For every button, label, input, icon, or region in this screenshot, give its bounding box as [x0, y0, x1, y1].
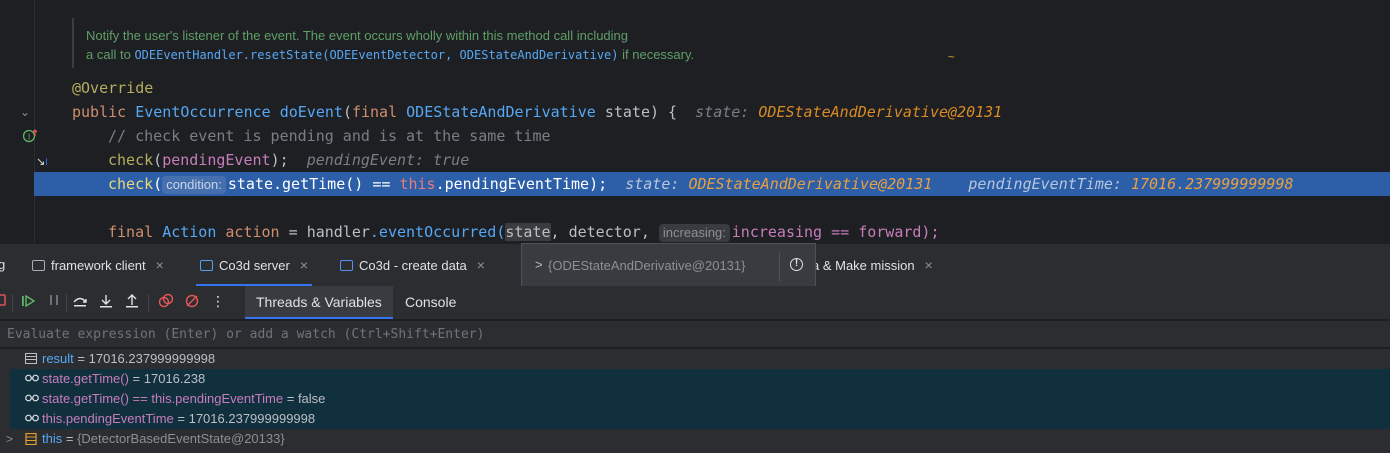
tab-co3d-create-data[interactable]: Co3d - create data × — [340, 244, 485, 286]
toolbar-separator — [66, 294, 67, 312]
javadoc-line-1: Notify the user's listener of the event.… — [86, 28, 629, 43]
inlay-hint-key: state: — [695, 103, 750, 121]
parameter-hint: condition: — [162, 176, 226, 194]
toolbar-separator — [148, 294, 149, 312]
run-config-icon — [200, 260, 213, 271]
close-icon[interactable]: × — [300, 257, 308, 273]
step-into-icon[interactable] — [98, 293, 114, 311]
inlay-hint-value: ODEStateAndDerivative@20131 — [758, 103, 1003, 121]
result-icon — [25, 353, 37, 364]
watch-row[interactable]: state.getTime() = 17016.238 — [0, 369, 1390, 389]
watch-icon — [25, 373, 39, 384]
watch-row[interactable]: this.pendingEventTime = 17016.2379999999… — [0, 409, 1390, 429]
current-execution-line[interactable]: check(condition: state.getTime() == this.… — [34, 172, 1390, 196]
watch-expression: state.getTime() — [42, 371, 129, 386]
stop-icon[interactable] — [0, 293, 8, 311]
variable-value: 17016.237999999998 — [88, 351, 216, 366]
close-icon[interactable]: × — [477, 257, 485, 273]
object-icon — [25, 432, 37, 446]
inlay-hint-key: pendingEvent: — [306, 151, 425, 169]
tooltip-divider — [779, 252, 780, 281]
debug-toolbar: ⋮ Threads & Variables Console — [0, 286, 1390, 319]
tab-label: Co3d - create data — [359, 258, 467, 273]
comment: // check event is pending and is at the … — [108, 127, 551, 145]
pause-icon[interactable] — [46, 293, 62, 311]
variable-name: result — [42, 351, 74, 366]
code-line-comment[interactable]: // check event is pending and is at the … — [0, 124, 1390, 148]
inlay-hint-value: ODEStateAndDerivative@20131 — [688, 175, 933, 193]
step-out-icon[interactable] — [124, 293, 140, 311]
step-over-icon[interactable] — [72, 293, 88, 311]
code-line-check-pending[interactable]: ↘I check(pendingEvent); pendingEvent: tr… — [0, 148, 1390, 172]
inlay-hint-key: state: — [625, 175, 680, 193]
tab-framework-client[interactable]: framework client × — [32, 244, 164, 286]
code-line-signature[interactable]: I ⌄ public EventOccurrence doEvent(final… — [0, 100, 1390, 143]
inlay-hint-key: pendingEventTime: — [968, 175, 1122, 193]
tab-partial[interactable]: g — [0, 244, 5, 286]
javadoc-rendered: Notify the user's listener of the event.… — [72, 18, 1382, 68]
annotation: @Override — [72, 79, 154, 97]
tab-label: Co3d server — [219, 258, 290, 273]
tab-label: a & Make mission — [812, 258, 915, 273]
check-call: check(pendingEvent); pendingEvent: true — [108, 151, 470, 169]
info-icon[interactable]: ! — [790, 258, 803, 271]
variable-row-result[interactable]: result = 17016.237999999998 — [0, 349, 1390, 369]
value-tooltip[interactable]: > {ODEStateAndDerivative@20131} ! — [521, 243, 816, 288]
inlay-hint-value: 17016.237999999998 — [1130, 175, 1294, 193]
tab-threads-variables[interactable]: Threads & Variables — [245, 286, 393, 319]
method-signature: public EventOccurrence doEvent(final ODE… — [72, 103, 1003, 121]
close-icon[interactable]: × — [156, 257, 164, 273]
toolbar-separator — [12, 294, 13, 312]
tooltip-value: {ODEStateAndDerivative@20131} — [548, 258, 746, 273]
fold-chevron-icon[interactable]: ⌄ — [20, 100, 30, 124]
variables-tree: result = 17016.237999999998 state.getTim… — [0, 349, 1390, 453]
evaluate-bar — [0, 320, 1390, 348]
watch-row[interactable]: state.getTime() == this.pendingEventTime… — [0, 389, 1390, 409]
javadoc-line-2: a call to ODEEventHandler.resetState(ODE… — [86, 45, 1382, 65]
tab-make-mission[interactable]: a & Make mission × — [812, 244, 933, 286]
javadoc-link[interactable]: ODEEventHandler.resetState(ODEEventDetec… — [134, 48, 618, 62]
run-config-icon — [340, 260, 353, 271]
watch-expression: this.pendingEventTime — [42, 411, 174, 426]
code-line-action[interactable]: final Action action = handler.eventOccur… — [0, 220, 1390, 243]
expand-chevron-icon[interactable]: > — [6, 429, 13, 449]
view-breakpoints-icon[interactable] — [158, 293, 174, 311]
watch-expression: state.getTime() == this.pendingEventTime — [42, 391, 284, 406]
watch-value: 17016.237999999998 — [188, 411, 316, 426]
parameter-hint: increasing: — [658, 224, 730, 242]
javadoc-text: if necessary. — [622, 47, 695, 62]
tab-console[interactable]: Console — [394, 286, 467, 319]
more-options-icon[interactable]: ⋮ — [210, 293, 226, 311]
resume-icon[interactable] — [20, 293, 36, 311]
watch-value: false — [297, 391, 326, 406]
variable-name: this — [42, 431, 63, 446]
close-icon[interactable]: × — [925, 257, 933, 273]
evaluate-expression-input[interactable] — [0, 321, 1390, 347]
inlay-hint-value: true — [433, 151, 470, 169]
variable-value: {DetectorBasedEventState@20133} — [77, 431, 285, 446]
watch-icon — [25, 413, 39, 424]
check-condition-call: check(condition: state.getTime() == this.… — [108, 175, 1294, 194]
code-editor[interactable]: Notify the user's listener of the event.… — [0, 0, 1390, 243]
mute-breakpoints-icon[interactable] — [184, 293, 200, 311]
run-config-icon — [32, 260, 45, 271]
code-line-override[interactable]: @Override — [0, 76, 1390, 100]
watch-value: 17016.238 — [143, 371, 206, 386]
doc-marker: ~ — [948, 50, 955, 63]
action-assignment: final Action action = handler.eventOccur… — [108, 223, 940, 242]
expand-chevron-icon[interactable]: > — [535, 257, 543, 272]
tab-label: framework client — [51, 258, 146, 273]
variable-row-this[interactable]: > this = {DetectorBasedEventState@20133} — [0, 429, 1390, 449]
tab-co3d-server[interactable]: Co3d server × — [196, 244, 312, 286]
javadoc-text: a call to — [86, 47, 131, 62]
watch-icon — [25, 393, 39, 404]
